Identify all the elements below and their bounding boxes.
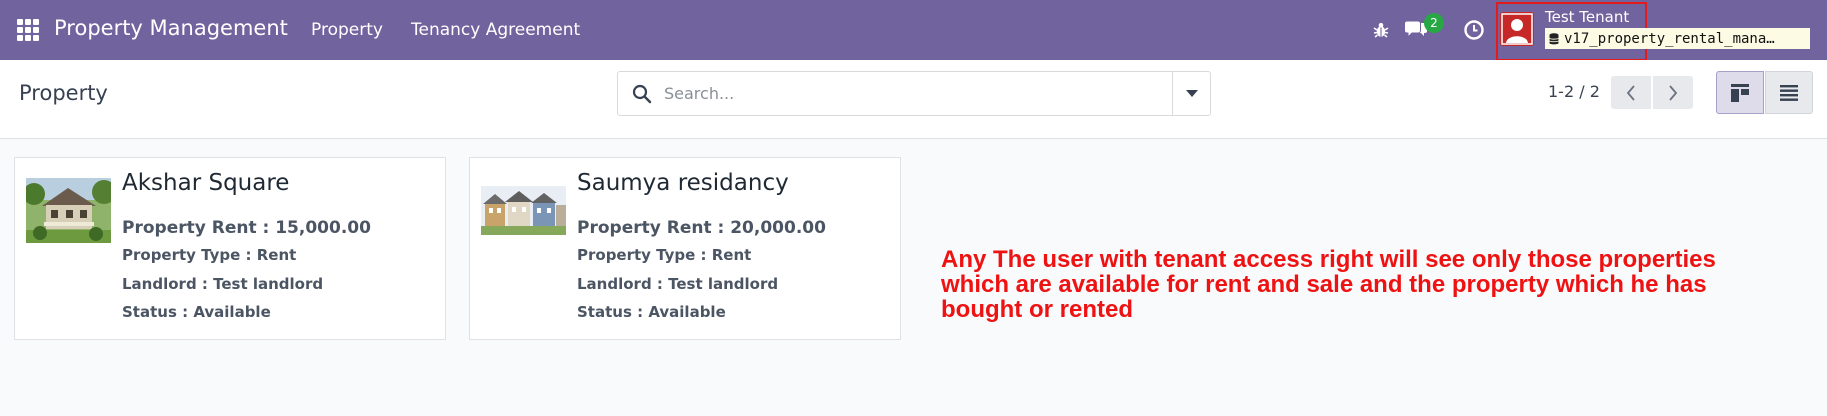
chevron-left-icon: [1626, 84, 1635, 101]
pager-value[interactable]: 1-2 / 2: [1548, 82, 1600, 101]
property-card[interactable]: Akshar Square Property Rent : 15,000.00 …: [14, 157, 446, 340]
property-title: Akshar Square: [122, 170, 290, 196]
bug-icon[interactable]: [1368, 17, 1394, 43]
property-status: Status : Available: [577, 303, 726, 321]
pager-previous-button[interactable]: [1611, 76, 1651, 109]
property-status: Status : Available: [122, 303, 271, 321]
list-view-icon: [1780, 84, 1798, 101]
clock-icon[interactable]: [1461, 17, 1487, 43]
property-landlord: Landlord : Test landlord: [577, 275, 779, 293]
menu-tenancy-agreement[interactable]: Tenancy Agreement: [411, 20, 580, 40]
app-brand[interactable]: Property Management: [54, 16, 288, 40]
kanban-view-button[interactable]: [1716, 71, 1764, 114]
chevron-right-icon: [1669, 84, 1678, 101]
property-landlord: Landlord : Test landlord: [122, 275, 324, 293]
menu-property[interactable]: Property: [311, 20, 383, 40]
user-avatar[interactable]: [1500, 12, 1534, 46]
search-bar: [617, 71, 1211, 116]
property-type: Property Type : Rent: [122, 246, 297, 264]
property-image: [26, 178, 111, 243]
database-name: v17_property_rental_mana…: [1545, 28, 1810, 49]
database-label: v17_property_rental_mana…: [1564, 30, 1775, 47]
property-card[interactable]: Saumya residancy Property Rent : 20,000.…: [469, 157, 901, 340]
property-title: Saumya residancy: [577, 170, 789, 196]
caret-down-icon: [1185, 89, 1198, 97]
property-rent: Property Rent : 15,000.00: [122, 218, 371, 238]
page-title[interactable]: Property: [19, 81, 108, 105]
control-panel: Property 1-2 / 2: [0, 60, 1827, 139]
messages-count-badge: 2: [1424, 13, 1444, 33]
kanban-view-icon: [1731, 83, 1749, 102]
apps-grid-icon[interactable]: [17, 19, 39, 41]
property-type: Property Type : Rent: [577, 246, 752, 264]
search-options-toggle[interactable]: [1172, 72, 1210, 115]
annotation-note: Any The user with tenant access right wi…: [941, 246, 1716, 323]
search-input[interactable]: [664, 74, 1164, 113]
user-name[interactable]: Test Tenant: [1545, 8, 1629, 26]
property-rent: Property Rent : 20,000.00: [577, 218, 826, 238]
property-image: [481, 186, 566, 235]
list-view-button[interactable]: [1765, 71, 1813, 114]
top-navbar: Property Management Property Tenancy Agr…: [0, 0, 1827, 61]
pager-next-button[interactable]: [1653, 76, 1693, 109]
search-icon[interactable]: [632, 84, 652, 104]
database-icon: [1549, 32, 1559, 44]
